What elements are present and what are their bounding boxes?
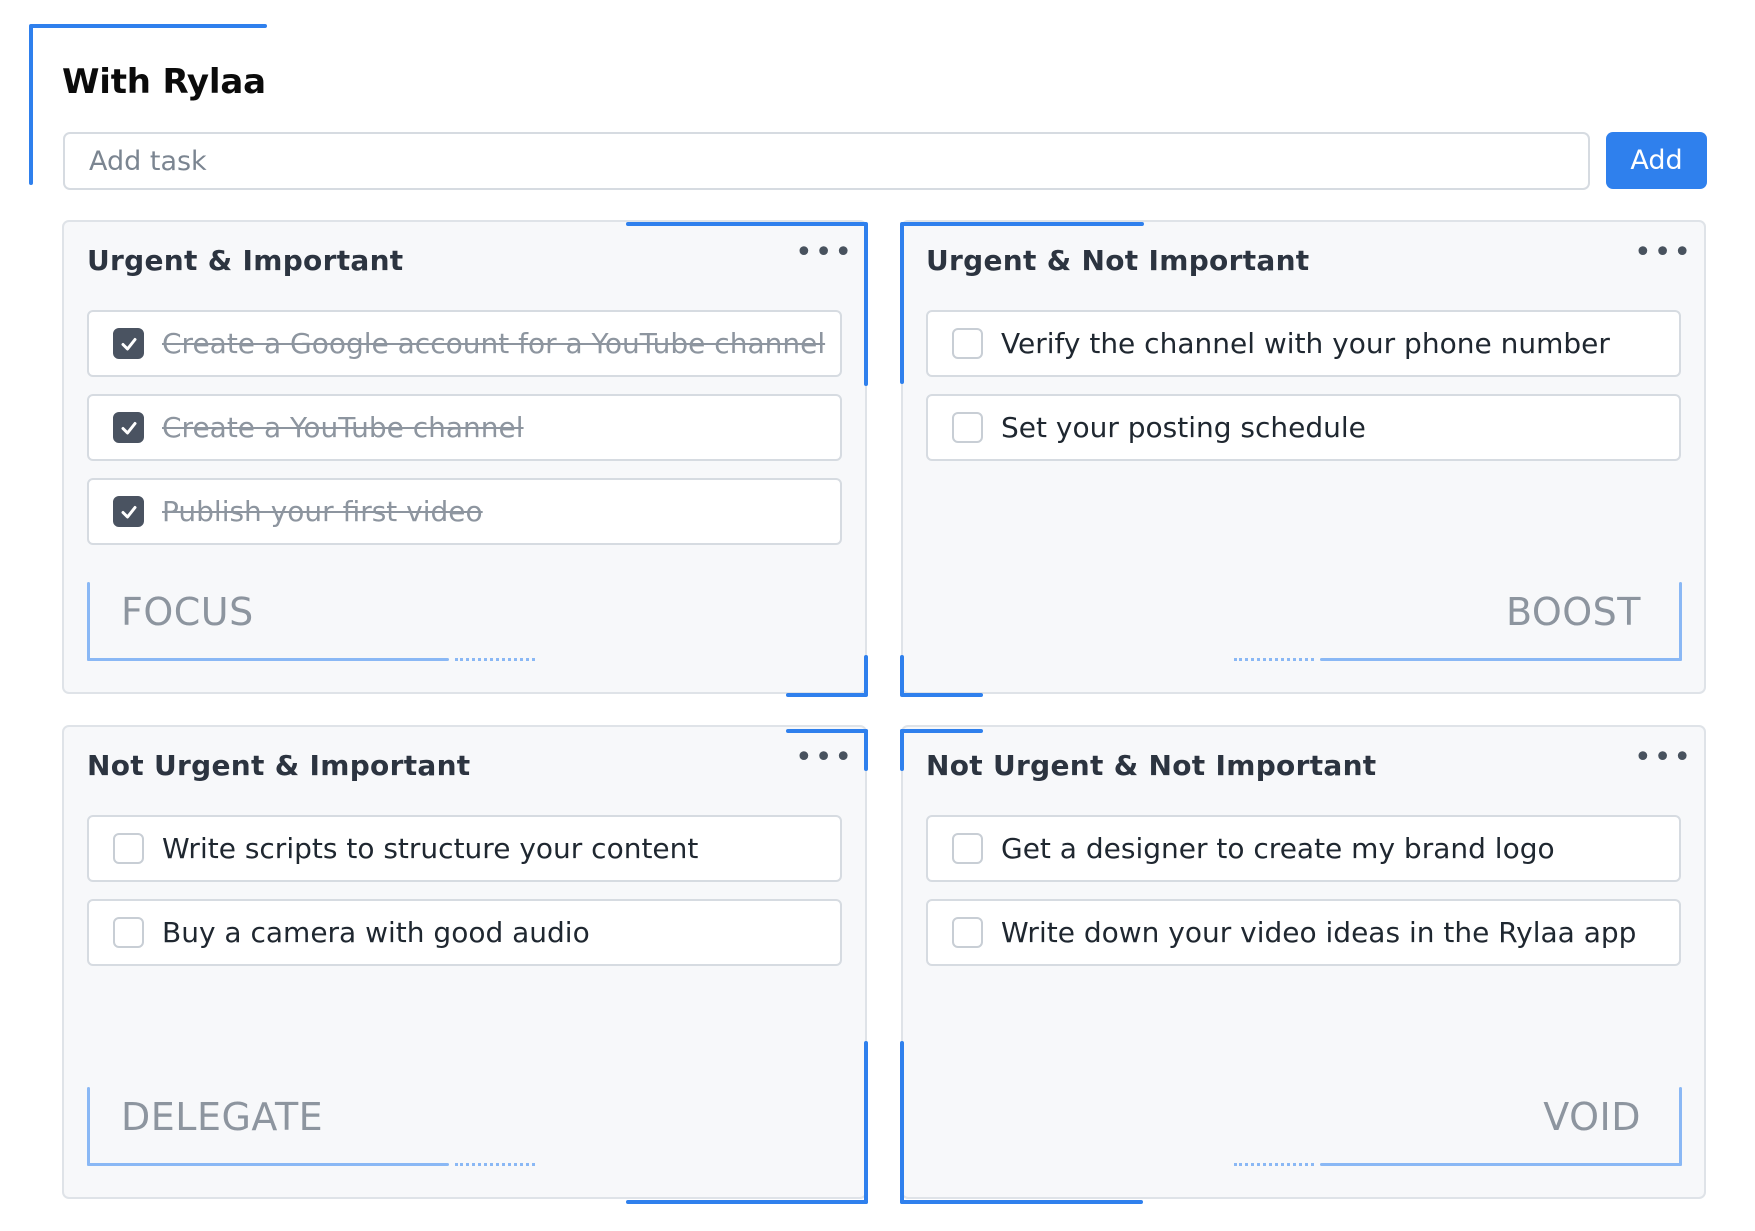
task-text: Create a YouTube channel	[162, 411, 524, 444]
label-bracket	[1679, 582, 1682, 661]
task-text: Buy a camera with good audio	[162, 916, 590, 949]
page-title: With Rylaa	[62, 62, 266, 102]
accent-line	[901, 222, 1144, 226]
task-text: Verify the channel with your phone numbe…	[1001, 327, 1610, 360]
quadrant-not-urgent-not-important: Not Urgent & Not Important ••• Get a des…	[901, 725, 1706, 1199]
task-text: Publish your first video	[162, 495, 483, 528]
quadrant-label: BOOST	[1505, 590, 1641, 634]
accent-line	[626, 1200, 868, 1204]
quadrant-not-urgent-important: Not Urgent & Important ••• Write scripts…	[62, 725, 867, 1199]
label-dots	[455, 1163, 535, 1166]
more-horizontal-icon[interactable]: •••	[1634, 743, 1691, 781]
task-checkbox[interactable]	[113, 917, 144, 948]
accent-line	[900, 729, 983, 733]
label-bracket	[87, 582, 90, 661]
more-horizontal-icon[interactable]: •••	[795, 238, 852, 276]
accent-line	[900, 1041, 904, 1204]
task-row: Publish your first video	[87, 478, 842, 545]
accent-line	[29, 24, 33, 185]
accent-line	[626, 222, 867, 226]
label-bracket	[87, 1087, 90, 1166]
quadrant-title: Not Urgent & Not Important	[926, 749, 1377, 782]
task-checkbox[interactable]	[952, 833, 983, 864]
label-dots	[1234, 658, 1314, 661]
accent-line	[900, 729, 904, 771]
accent-line	[864, 729, 868, 771]
task-list: Write scripts to structure your content …	[87, 815, 842, 983]
task-row: Set your posting schedule	[926, 394, 1681, 461]
label-dots	[455, 658, 535, 661]
task-text: Write down your video ideas in the Rylaa…	[1001, 916, 1637, 949]
label-bracket	[1679, 1087, 1682, 1166]
add-task-button[interactable]: Add	[1606, 132, 1707, 189]
task-row: Verify the channel with your phone numbe…	[926, 310, 1681, 377]
quadrant-label: VOID	[1543, 1095, 1641, 1139]
label-bracket	[1320, 1163, 1682, 1166]
task-row: Create a YouTube channel	[87, 394, 842, 461]
task-text: Create a Google account for a YouTube ch…	[162, 327, 826, 360]
task-text: Set your posting schedule	[1001, 411, 1366, 444]
task-row: Buy a camera with good audio	[87, 899, 842, 966]
label-bracket	[87, 658, 449, 661]
accent-line	[786, 729, 868, 733]
quadrant-title: Urgent & Important	[87, 244, 404, 277]
quadrant-label: FOCUS	[121, 590, 254, 634]
label-bracket	[87, 1163, 449, 1166]
task-checkbox[interactable]	[952, 917, 983, 948]
check-icon	[121, 421, 136, 434]
task-list: Verify the channel with your phone numbe…	[926, 310, 1681, 478]
accent-line	[864, 1041, 868, 1204]
task-checkbox[interactable]	[113, 412, 144, 443]
quadrant-urgent-important: Urgent & Important ••• Create a Google a…	[62, 220, 867, 694]
quadrant-urgent-not-important: Urgent & Not Important ••• Verify the ch…	[901, 220, 1706, 694]
accent-line	[864, 655, 868, 696]
task-row: Write down your video ideas in the Rylaa…	[926, 899, 1681, 966]
label-dots	[1234, 1163, 1314, 1166]
task-text: Get a designer to create my brand logo	[1001, 832, 1555, 865]
quadrant-label: DELEGATE	[121, 1095, 324, 1139]
task-checkbox[interactable]	[113, 328, 144, 359]
task-checkbox[interactable]	[113, 496, 144, 527]
more-horizontal-icon[interactable]: •••	[1634, 238, 1691, 276]
accent-line	[864, 222, 868, 386]
accent-line	[900, 693, 983, 697]
task-text: Write scripts to structure your content	[162, 832, 699, 865]
task-list: Get a designer to create my brand logo W…	[926, 815, 1681, 983]
check-icon	[121, 505, 136, 518]
quadrant-title: Urgent & Not Important	[926, 244, 1310, 277]
task-checkbox[interactable]	[952, 412, 983, 443]
more-horizontal-icon[interactable]: •••	[795, 743, 852, 781]
task-checkbox[interactable]	[952, 328, 983, 359]
label-bracket	[1320, 658, 1682, 661]
accent-line	[900, 1200, 1143, 1204]
task-row: Write scripts to structure your content	[87, 815, 842, 882]
task-checkbox[interactable]	[113, 833, 144, 864]
quadrant-title: Not Urgent & Important	[87, 749, 471, 782]
task-row: Get a designer to create my brand logo	[926, 815, 1681, 882]
accent-line	[900, 222, 904, 384]
task-row: Create a Google account for a YouTube ch…	[87, 310, 842, 377]
task-list: Create a Google account for a YouTube ch…	[87, 310, 842, 562]
add-task-input[interactable]	[63, 132, 1590, 190]
check-icon	[121, 337, 136, 350]
accent-line	[786, 693, 868, 697]
accent-line	[900, 655, 904, 696]
accent-line	[30, 24, 267, 28]
